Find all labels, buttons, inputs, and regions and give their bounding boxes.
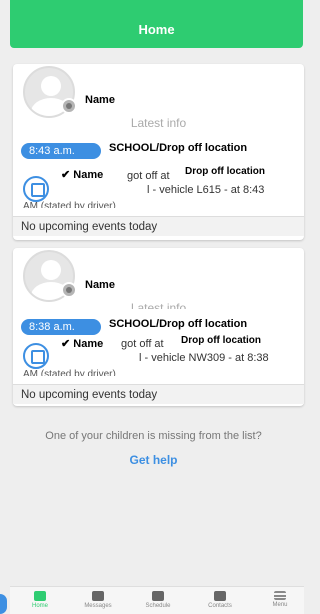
nav-schedule[interactable]: Schedule — [134, 591, 182, 609]
contacts-icon — [214, 591, 226, 601]
get-help-link[interactable]: Get help — [0, 453, 307, 467]
nav-menu[interactable]: Menu — [256, 591, 304, 608]
vehicle-info: l - vehicle NW309 - at 8:38 — [139, 352, 269, 364]
stated-by-driver: AM (stated by driver) — [23, 369, 116, 376]
checked-child-name: ✔ Name — [61, 169, 104, 181]
floating-edge-button[interactable] — [0, 594, 7, 614]
missing-child-text: One of your children is missing from the… — [45, 430, 262, 442]
child-card[interactable]: Name Latest info 8:38 a.m. SCHOOL/Drop o… — [13, 248, 304, 406]
schedule-icon — [152, 591, 164, 601]
time-badge: 8:43 a.m. — [21, 143, 101, 159]
nav-label: Contacts — [208, 603, 232, 609]
child-name: Name — [85, 94, 115, 106]
time-badge: 8:38 a.m. — [21, 319, 101, 335]
nav-label: Schedule — [145, 603, 171, 609]
location-title: SCHOOL/Drop off location — [109, 142, 248, 154]
avatar-head-shape — [41, 260, 61, 280]
avatar-head-shape — [41, 76, 61, 96]
nav-label: Menu — [272, 602, 288, 608]
child-name: Name — [85, 279, 115, 291]
drop-off-location: Drop off location — [181, 335, 261, 346]
child-card[interactable]: Name Latest info 8:43 a.m. SCHOOL/Drop o… — [13, 64, 304, 240]
drop-off-location: Drop off location — [185, 166, 265, 177]
nav-label: Home — [31, 603, 48, 609]
latest-info-label: Latest info — [130, 116, 187, 130]
nav-messages[interactable]: Messages — [74, 591, 122, 609]
stated-by-driver: AM (stated by driver) — [23, 201, 116, 208]
camera-icon[interactable] — [61, 282, 77, 298]
bottom-nav: Home Messages Schedule Contacts Menu — [10, 586, 304, 614]
home-icon — [34, 591, 46, 601]
nav-home[interactable]: Home — [16, 591, 64, 609]
nav-contacts[interactable]: Contacts — [196, 591, 244, 609]
page-title: Home — [138, 22, 175, 37]
vehicle-info: l - vehicle L615 - at 8:43 — [147, 184, 265, 196]
got-off-text: got off at — [127, 170, 170, 182]
upcoming-events: No upcoming events today — [13, 216, 304, 236]
latest-info-label: Latest info — [130, 301, 187, 309]
menu-icon — [274, 591, 286, 600]
bus-icon — [23, 176, 49, 202]
checked-child-name: ✔ Name — [61, 338, 104, 350]
got-off-text: got off at — [121, 338, 164, 350]
bus-icon — [23, 343, 49, 369]
location-title: SCHOOL/Drop off location — [109, 318, 248, 330]
upcoming-events: No upcoming events today — [13, 384, 304, 404]
messages-icon — [92, 591, 104, 601]
app-header: Home — [10, 0, 303, 48]
camera-icon[interactable] — [61, 98, 77, 114]
nav-label: Messages — [84, 603, 112, 609]
